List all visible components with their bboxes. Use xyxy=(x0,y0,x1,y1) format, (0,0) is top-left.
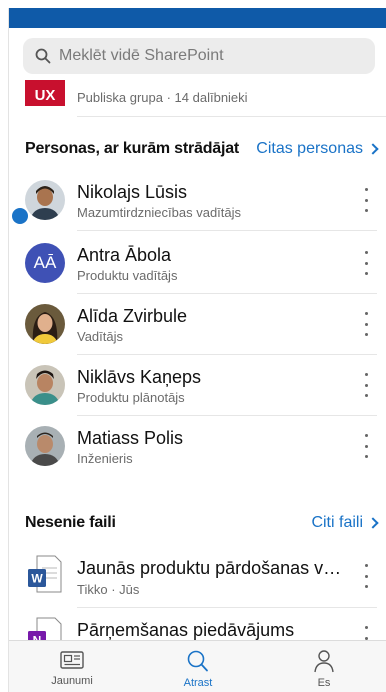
chevron-right-icon xyxy=(367,517,379,529)
search-bar[interactable]: Meklēt vidē SharePoint xyxy=(23,38,375,74)
more-people-label: Citas personas xyxy=(256,140,363,157)
avatar xyxy=(25,304,65,344)
search-icon xyxy=(187,650,208,672)
chevron-right-icon xyxy=(367,143,379,155)
person-role: Mazumtirdzniecības vadītājs xyxy=(77,205,242,220)
people-section-title: Personas, ar kurām strādājat xyxy=(25,140,240,157)
files-section-header: Nesenie faili Citi faili xyxy=(25,514,379,532)
person-row[interactable]: Alīda Zvirbule Vadītājs xyxy=(9,294,386,355)
tab-news[interactable]: Jaunumi xyxy=(9,641,135,692)
person-name: Antra Ābola xyxy=(77,245,172,265)
more-files-link[interactable]: Citi faili xyxy=(311,514,379,532)
more-files-label: Citi faili xyxy=(311,514,363,531)
tab-label: Jaunumi xyxy=(51,675,93,687)
more-options-icon[interactable] xyxy=(365,434,369,458)
unread-indicator xyxy=(12,208,28,224)
person-row[interactable]: Matiass Polis Inženieris xyxy=(9,416,386,477)
search-placeholder: Meklēt vidē SharePoint xyxy=(59,47,224,64)
more-options-icon[interactable] xyxy=(365,312,369,336)
person-name: Matiass Polis xyxy=(77,428,184,448)
person-name: Niklāvs Kaņeps xyxy=(77,367,202,387)
divider xyxy=(77,230,377,231)
tab-label: Atrast xyxy=(183,677,213,689)
person-row[interactable]: Niklāvs Kaņeps Produktu plānotājs xyxy=(9,355,386,416)
avatar-initials: AĀ xyxy=(25,243,65,283)
person-name: Nikolajs Lūsis xyxy=(77,182,188,202)
person-role: Vadītājs xyxy=(77,329,124,344)
file-name: Jaunās produktu pārdošanas va... xyxy=(77,558,347,578)
svg-text:W: W xyxy=(31,572,43,586)
people-section-header: Personas, ar kurām strādājat Citas perso… xyxy=(25,140,379,158)
more-people-link[interactable]: Citas personas xyxy=(256,140,379,158)
more-options-icon[interactable] xyxy=(365,564,369,588)
group-subtitle: Publiska grupa · 14 dalībnieki xyxy=(77,90,248,105)
person-role: Produktu vadītājs xyxy=(77,268,178,283)
tab-me[interactable]: Es xyxy=(261,641,386,692)
search-icon xyxy=(35,48,51,64)
file-row[interactable]: W Jaunās produktu pārdošanas va... Tikko… xyxy=(9,546,386,608)
header-bar xyxy=(9,8,386,28)
files-section-title: Nesenie faili xyxy=(25,514,116,531)
person-icon xyxy=(314,650,334,673)
app-screen: Meklēt vidē SharePoint UX Publiska grupa… xyxy=(8,8,386,692)
person-row[interactable]: AĀ Antra Ābola Produktu vadītājs xyxy=(9,233,386,294)
person-row[interactable]: Nikolajs Lūsis Mazumtirdzniecības vadītā… xyxy=(9,170,386,231)
person-name: Alīda Zvirbule xyxy=(77,306,188,326)
tab-label: Es xyxy=(317,677,331,689)
more-options-icon[interactable] xyxy=(365,251,369,275)
file-name: Pārņemšanas piedāvājums xyxy=(77,620,295,640)
word-icon: W xyxy=(27,554,63,596)
file-meta: Tikko · Jūs xyxy=(77,582,140,597)
more-options-icon[interactable] xyxy=(365,373,369,397)
more-options-icon[interactable] xyxy=(365,188,369,212)
divider xyxy=(77,116,386,117)
person-role: Produktu plānotājs xyxy=(77,390,185,405)
group-list-item[interactable]: UX Publiska grupa · 14 dalībnieki xyxy=(9,80,386,117)
avatar xyxy=(25,180,65,220)
bottom-tab-bar: Jaunumi Atrast Es xyxy=(9,640,386,692)
avatar xyxy=(25,426,65,466)
avatar xyxy=(25,365,65,405)
tab-find[interactable]: Atrast xyxy=(135,641,261,692)
group-tile: UX xyxy=(25,80,65,106)
news-icon xyxy=(60,651,84,669)
person-role: Inženieris xyxy=(77,451,133,466)
